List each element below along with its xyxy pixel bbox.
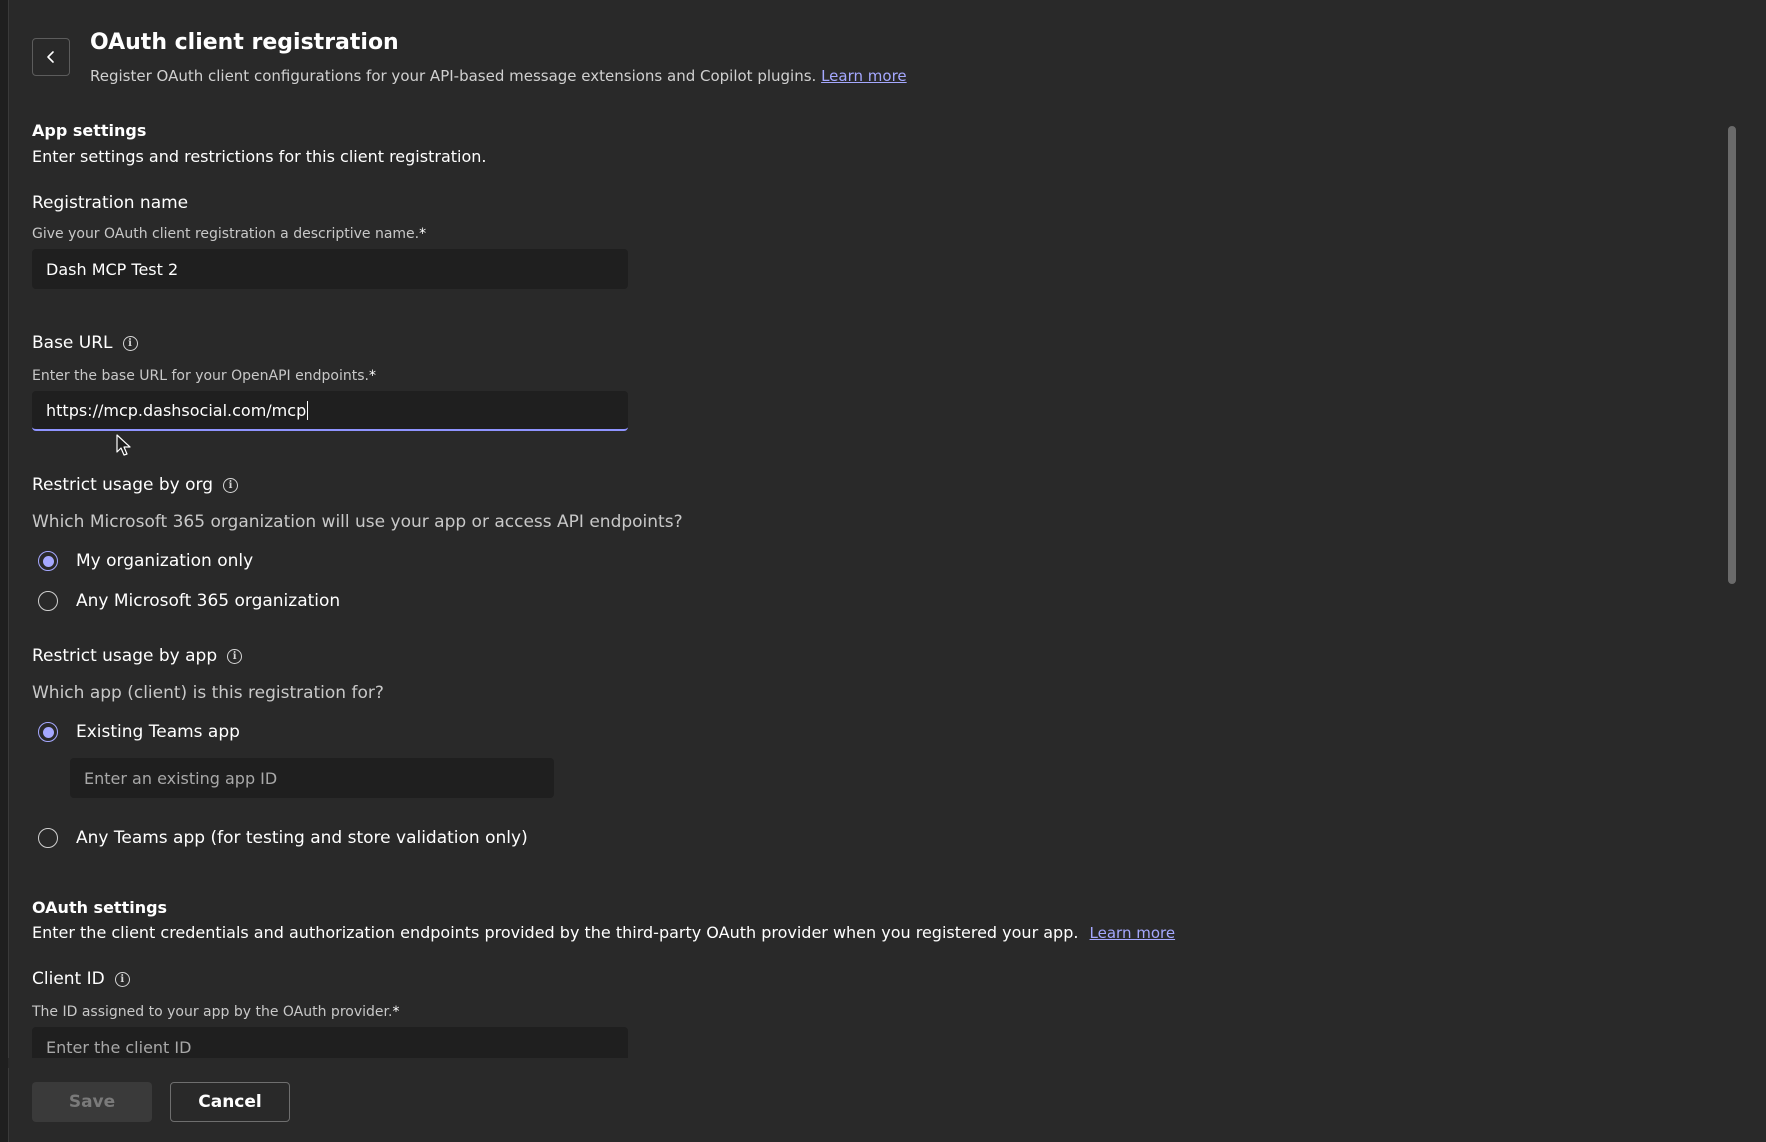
base-url-hint: Enter the base URL for your OpenAPI endp… [32,368,376,384]
text-caret [307,400,309,420]
dialog-frame [8,0,1766,1142]
radio-button-checked[interactable] [38,722,58,742]
vertical-scrollbar[interactable] [1728,126,1736,584]
restrict-org-label: Restrict usage by org i [32,475,238,495]
required-mark: * [368,368,376,384]
base-url-value: https://mcp.dashsocial.com/mcp [46,400,307,420]
existing-app-id-placeholder: Enter an existing app ID [84,768,278,788]
client-id-label: Client ID i [32,969,130,989]
info-icon[interactable]: i [223,477,238,493]
registration-name-input[interactable]: Dash MCP Test 2 [32,249,628,289]
client-id-label-text: Client ID [32,969,105,989]
page-subtitle: Register OAuth client configurations for… [90,67,907,85]
registration-name-label-text: Registration name [32,193,189,213]
base-url-input[interactable]: https://mcp.dashsocial.com/mcp [32,391,628,431]
subtitle-text: Register OAuth client configurations for… [90,67,817,85]
radio-label: Existing Teams app [76,722,240,742]
restrict-app-label: Restrict usage by app i [32,646,243,666]
radio-label: My organization only [76,551,254,571]
restrict-org-label-text: Restrict usage by org [32,475,213,495]
restrict-org-question: Which Microsoft 365 organization will us… [32,512,683,532]
required-mark: * [392,1004,400,1020]
radio-any-teams-app[interactable]: Any Teams app (for testing and store val… [38,828,528,848]
oauth-settings-title: OAuth settings [32,898,168,917]
oauth-settings-description: Enter the client credentials and authori… [32,923,1175,942]
radio-button[interactable] [38,591,58,611]
cancel-button[interactable]: Cancel [170,1082,290,1122]
app-settings-title: App settings [32,121,147,140]
radio-existing-teams-app[interactable]: Existing Teams app [38,722,240,742]
registration-name-hint: Give your OAuth client registration a de… [32,226,426,242]
radio-label: Any Teams app (for testing and store val… [76,828,528,848]
required-mark: * [419,226,427,242]
info-icon[interactable]: i [227,648,243,664]
client-id-hint: The ID assigned to your app by the OAuth… [32,1004,399,1020]
radio-label: Any Microsoft 365 organization [76,591,341,611]
base-url-label-text: Base URL [32,333,113,353]
oauth-settings-description-text: Enter the client credentials and authori… [32,923,1079,942]
page-title: OAuth client registration [90,30,399,55]
radio-my-organization[interactable]: My organization only [38,551,253,571]
registration-name-value: Dash MCP Test 2 [46,259,179,279]
mouse-pointer-icon [116,434,131,456]
back-button[interactable] [32,38,70,76]
oauth-learn-more-link[interactable]: Learn more [1090,924,1176,942]
client-id-placeholder: Enter the client ID [46,1037,192,1057]
restrict-app-label-text: Restrict usage by app [32,646,218,666]
client-id-hint-text: The ID assigned to your app by the OAuth… [32,1004,393,1020]
registration-name-hint-text: Give your OAuth client registration a de… [32,226,420,242]
radio-button-checked[interactable] [38,551,58,571]
footer-divider [8,1058,1728,1068]
base-url-label: Base URL i [32,333,138,353]
learn-more-link[interactable]: Learn more [821,67,907,85]
radio-any-m365-organization[interactable]: Any Microsoft 365 organization [38,591,340,611]
app-settings-description: Enter settings and restrictions for this… [32,147,487,166]
restrict-app-question: Which app (client) is this registration … [32,683,384,703]
existing-app-id-input[interactable]: Enter an existing app ID [70,758,554,798]
info-icon[interactable]: i [122,335,138,351]
registration-name-label: Registration name [32,193,188,213]
chevron-left-icon [47,51,54,63]
info-icon[interactable]: i [114,971,130,987]
save-button[interactable]: Save [32,1082,152,1122]
radio-button[interactable] [38,828,58,848]
base-url-hint-text: Enter the base URL for your OpenAPI endp… [32,368,369,384]
